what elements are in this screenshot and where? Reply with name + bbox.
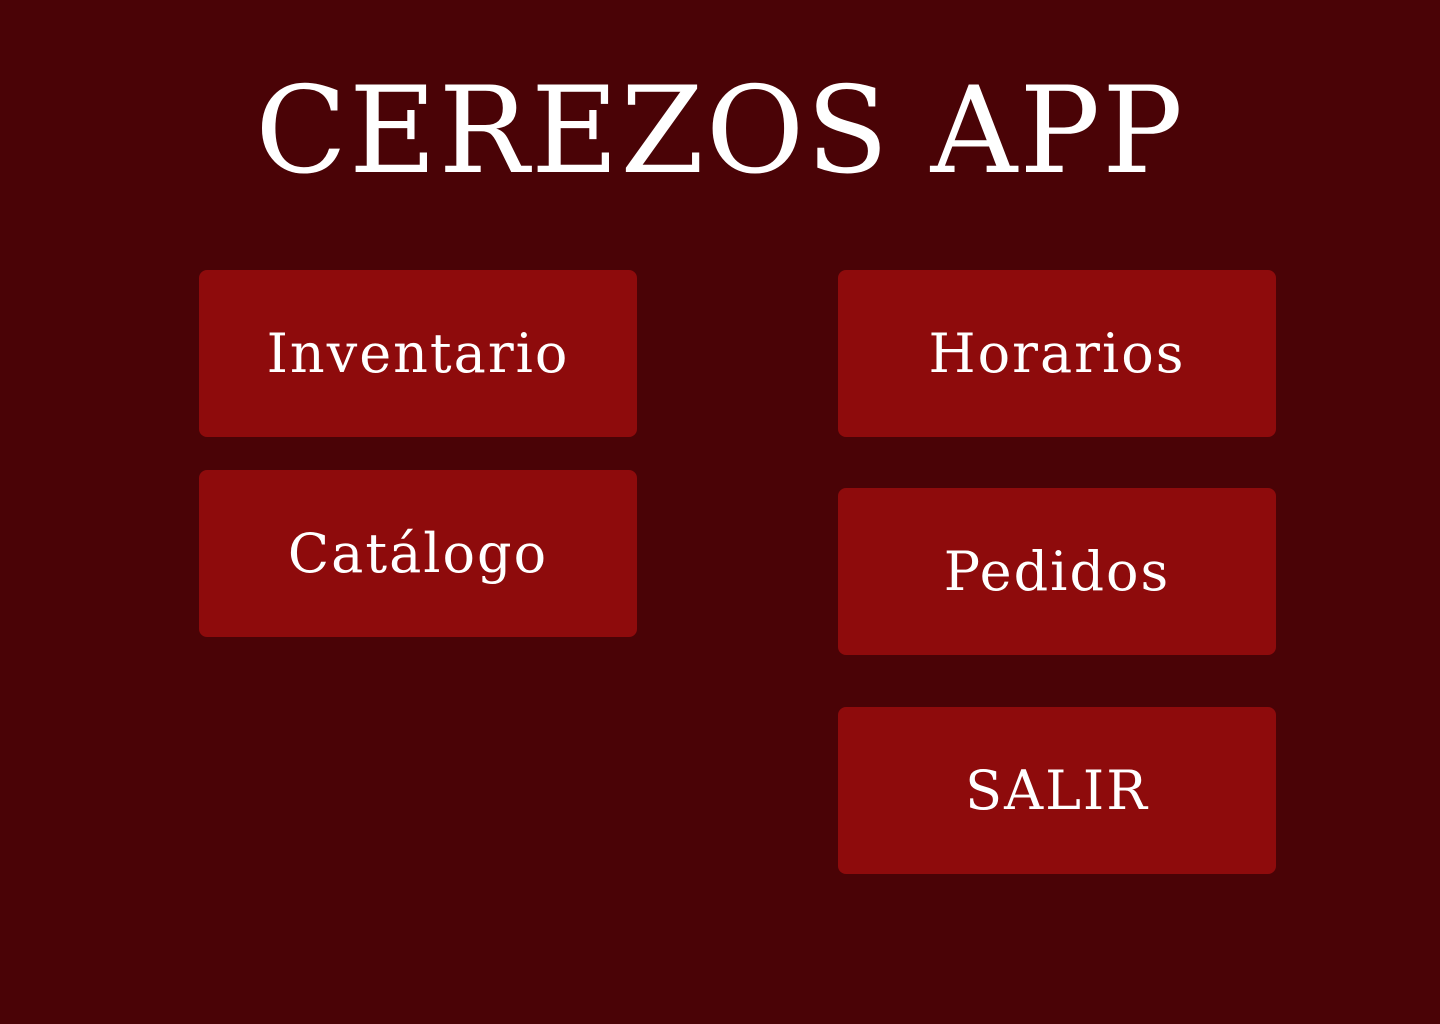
salir-button[interactable]: SALIR: [838, 707, 1276, 874]
main-screen: CEREZOS APP Inventario Catálogo Horarios…: [0, 0, 1440, 1024]
catalogo-button[interactable]: Catálogo: [199, 470, 637, 637]
horarios-button[interactable]: Horarios: [838, 270, 1276, 437]
pedidos-button[interactable]: Pedidos: [838, 488, 1276, 655]
catalogo-button-label: Catálogo: [287, 522, 549, 585]
app-title: CEREZOS APP: [255, 62, 1185, 201]
inventario-button-label: Inventario: [266, 322, 570, 385]
horarios-button-label: Horarios: [928, 322, 1186, 385]
inventario-button[interactable]: Inventario: [199, 270, 637, 437]
salir-button-label: SALIR: [965, 759, 1149, 822]
pedidos-button-label: Pedidos: [943, 540, 1171, 603]
